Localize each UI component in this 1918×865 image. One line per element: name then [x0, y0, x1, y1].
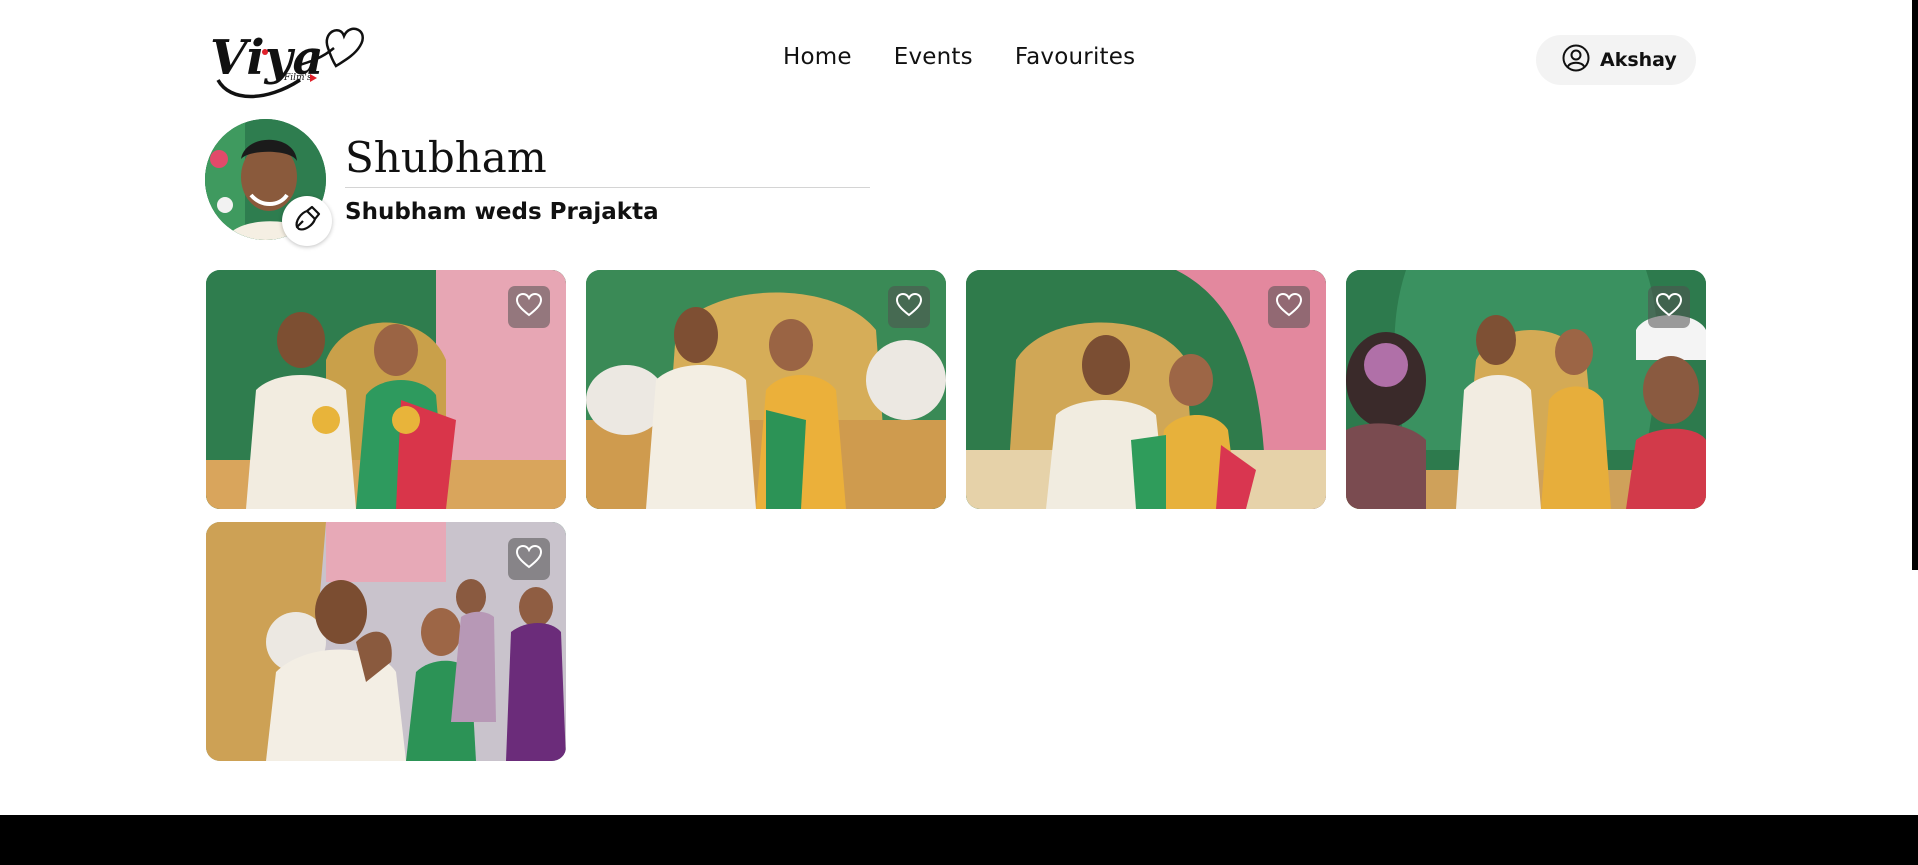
- gallery-photo-5[interactable]: [206, 522, 566, 761]
- profile-name: Shubham: [345, 133, 547, 182]
- heart-icon: [1655, 292, 1683, 321]
- edit-icon: [292, 204, 322, 238]
- gallery-photo-2[interactable]: [586, 270, 946, 509]
- favourite-button[interactable]: [1268, 286, 1310, 328]
- user-menu-button[interactable]: Akshay: [1536, 35, 1696, 85]
- nav-home[interactable]: Home: [783, 44, 852, 70]
- brand-logo[interactable]: Viya Film's: [210, 18, 375, 104]
- favourite-button[interactable]: [508, 286, 550, 328]
- footer: [0, 815, 1918, 865]
- main-nav: Home Events Favourites: [783, 44, 1135, 70]
- scrollbar[interactable]: [1912, 0, 1918, 815]
- nav-favourites[interactable]: Favourites: [1015, 44, 1135, 70]
- nav-events[interactable]: Events: [894, 44, 973, 70]
- logo-subtext: Film's: [283, 73, 312, 83]
- gallery-photo-4[interactable]: [1346, 270, 1706, 509]
- page: Viya Film's Home Events Favourites Aksha…: [0, 0, 1912, 815]
- divider: [345, 187, 870, 188]
- scrollbar-thumb[interactable]: [1912, 0, 1918, 570]
- user-name: Akshay: [1600, 49, 1677, 71]
- favourite-button[interactable]: [508, 538, 550, 580]
- gallery-photo-3[interactable]: [966, 270, 1326, 509]
- event-title: Shubham weds Prajakta: [345, 199, 659, 225]
- heart-icon: [1275, 292, 1303, 321]
- heart-icon: [515, 292, 543, 321]
- heart-icon: [515, 544, 543, 573]
- gallery-photo-1[interactable]: [206, 270, 566, 509]
- favourite-button[interactable]: [1648, 286, 1690, 328]
- logo-mark: Viya Film's: [210, 27, 364, 99]
- edit-avatar-button[interactable]: [282, 196, 332, 246]
- favourite-button[interactable]: [888, 286, 930, 328]
- user-circle-icon: [1562, 44, 1590, 76]
- heart-icon: [895, 292, 923, 321]
